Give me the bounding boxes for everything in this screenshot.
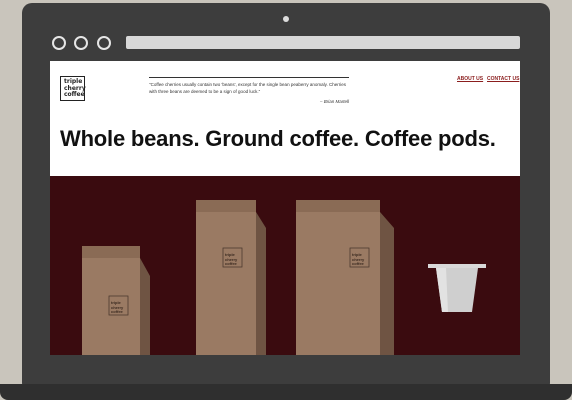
product-band: triple cherry coffee triple cherry coffe… <box>50 176 520 355</box>
package-label-line: coffee <box>111 309 123 314</box>
products-illustration <box>82 200 486 355</box>
quote-block: "Coffee cherries usually contain two 'be… <box>149 77 349 105</box>
large-coffee-bag <box>296 200 394 355</box>
window-dot-icon[interactable] <box>52 36 66 50</box>
laptop-base <box>0 384 572 400</box>
page-headline: Whole beans. Ground coffee. Coffee pods. <box>60 126 496 151</box>
package-label: triple cherry coffee <box>111 300 123 315</box>
nav-contact-us[interactable]: CONTACT US <box>487 76 519 82</box>
camera-icon <box>283 16 289 22</box>
quote-text: "Coffee cherries usually contain two 'be… <box>149 82 347 94</box>
brand-logo[interactable]: triple cherry coffee <box>60 76 86 101</box>
laptop-mockup: triple cherry coffee "Coffee cherries us… <box>0 0 572 400</box>
quote-author: – Brian Martell <box>319 99 349 104</box>
coffee-pod <box>428 264 486 312</box>
medium-coffee-bag <box>196 200 266 355</box>
package-label-line: coffee <box>225 261 237 266</box>
address-bar[interactable] <box>126 36 520 49</box>
window-dot-icon[interactable] <box>74 36 88 50</box>
website-screen: triple cherry coffee "Coffee cherries us… <box>50 61 520 355</box>
package-label-line: coffee <box>352 261 364 266</box>
package-label: triple cherry coffee <box>352 252 364 267</box>
nav-about-us[interactable]: ABOUT US <box>457 76 483 82</box>
window-dot-icon[interactable] <box>97 36 111 50</box>
logo-line: coffee <box>64 91 85 98</box>
package-label: triple cherry coffee <box>225 252 237 267</box>
